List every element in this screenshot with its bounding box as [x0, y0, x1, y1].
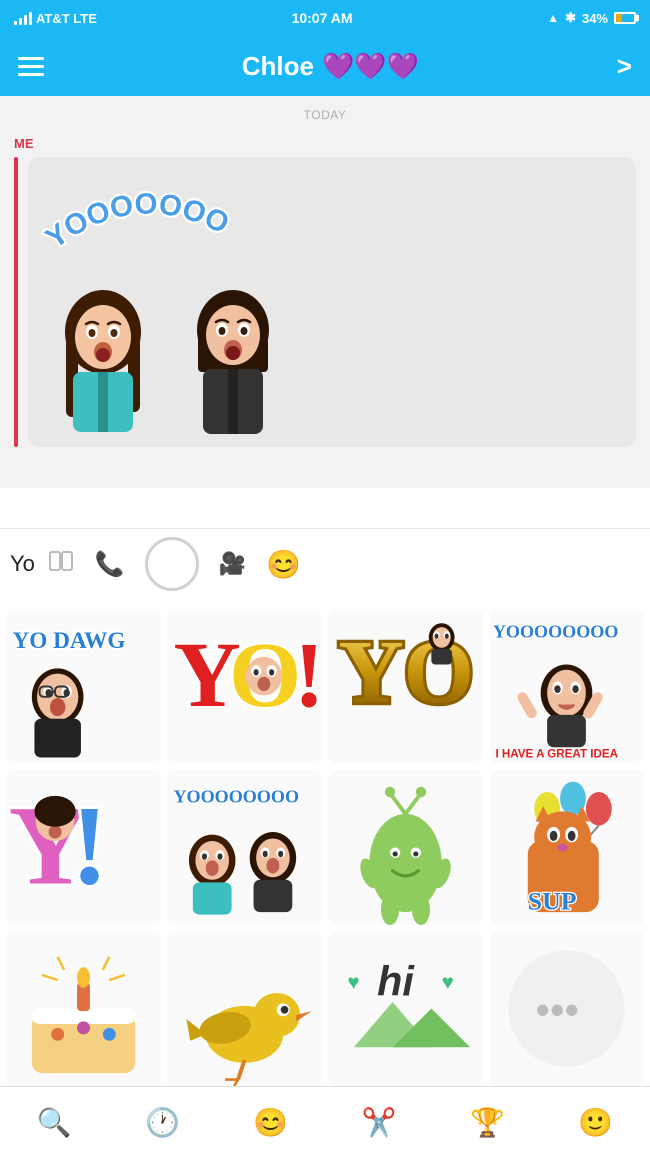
- date-divider: TODAY: [0, 96, 650, 128]
- message-spacer: [0, 488, 650, 528]
- video-icon[interactable]: 🎥: [219, 551, 246, 577]
- sticker-yoooo-idea[interactable]: YOOOOOOOO I HAVE A GREAT IDEA: [489, 609, 644, 764]
- capture-button[interactable]: [145, 537, 199, 591]
- sticker-green-blob[interactable]: [328, 770, 483, 925]
- svg-text:!: !: [294, 624, 322, 727]
- svg-text:YO DAWG: YO DAWG: [12, 628, 125, 654]
- svg-text:♥: ♥: [442, 971, 454, 994]
- svg-text:hi: hi: [377, 959, 415, 1005]
- status-bar: AT&T LTE 10:07 AM ▲ ✱ 34%: [0, 0, 650, 36]
- sticker-more[interactable]: •••: [489, 931, 644, 1086]
- bitmoji-figures: [48, 272, 288, 437]
- svg-text:YOOOOOOOO: YOOOOOOOO: [493, 621, 619, 641]
- input-area: Yo 📞 🎥 😊: [0, 528, 650, 599]
- tab-emoji[interactable]: 😊: [253, 1106, 288, 1139]
- message-area: ME YOOOOOOOO: [0, 128, 650, 488]
- svg-text:•••: •••: [536, 987, 579, 1033]
- sticker-yo-exclamation[interactable]: Y O !: [167, 609, 322, 764]
- svg-text:I HAVE A GREAT IDEA: I HAVE A GREAT IDEA: [495, 748, 618, 761]
- bitmoji-left: [48, 272, 158, 437]
- profile-chevron[interactable]: >: [617, 51, 632, 82]
- sticker-sup-cat[interactable]: SUP: [489, 770, 644, 925]
- sticker-toggle-icon[interactable]: [47, 547, 75, 581]
- sticker-message[interactable]: YOOOOOOOO: [28, 157, 636, 447]
- input-actions: 📞 🎥 😊: [47, 537, 301, 591]
- battery-info: ▲ ✱ 34%: [547, 10, 636, 26]
- bitmoji-right: [178, 272, 288, 437]
- sender-indicator: [14, 157, 18, 447]
- tab-search[interactable]: 🔍: [37, 1106, 72, 1139]
- sticker-birthday-cake[interactable]: [6, 931, 161, 1086]
- signal-icon: [14, 11, 32, 25]
- message-bubble: YOOOOOOOO: [14, 157, 636, 447]
- tab-smiley[interactable]: 🙂: [578, 1106, 613, 1139]
- tab-trophy[interactable]: 🏆: [470, 1106, 505, 1139]
- sticker-hi-hearts[interactable]: ♥ ♥ hi: [328, 931, 483, 1086]
- location-icon: ▲: [547, 11, 559, 25]
- bluetooth-icon: ✱: [565, 10, 576, 26]
- sticker-yo-dawg[interactable]: YO DAWG: [6, 609, 161, 764]
- svg-text:!: !: [71, 783, 109, 909]
- battery-text: 34%: [582, 11, 608, 26]
- chat-title: Chloe 💜💜💜: [242, 51, 419, 82]
- contact-name: Chloe: [242, 51, 314, 82]
- status-time: 10:07 AM: [292, 10, 353, 26]
- header: Chloe 💜💜💜 >: [0, 36, 650, 96]
- svg-text:YOOOOOOOO: YOOOOOOOO: [173, 786, 299, 806]
- carrier-text: AT&T LTE: [36, 11, 97, 26]
- sticker-yo-gold[interactable]: YO YO: [328, 609, 483, 764]
- yoooo-sticker-text: YOOOOOOOO: [38, 167, 378, 287]
- tab-bar: 🔍 🕐 😊 ✂️ 🏆 🙂: [0, 1086, 650, 1156]
- tab-scissors[interactable]: ✂️: [362, 1106, 397, 1139]
- message-sender: ME: [14, 136, 636, 151]
- tab-recent[interactable]: 🕐: [145, 1106, 180, 1139]
- battery-icon: [614, 12, 636, 24]
- sticker-y-pink[interactable]: Y !: [6, 770, 161, 925]
- phone-icon[interactable]: 📞: [95, 550, 125, 579]
- emoji-toggle-icon[interactable]: 😊: [266, 548, 301, 581]
- carrier-info: AT&T LTE: [14, 11, 97, 26]
- message-input[interactable]: Yo: [10, 551, 35, 577]
- menu-button[interactable]: [18, 57, 44, 76]
- heart-emojis: 💜💜💜: [322, 51, 419, 82]
- svg-text:YOOOOOOOO: YOOOOOOOO: [38, 167, 234, 255]
- sticker-grid: YO DAWG Y O !: [0, 599, 650, 1096]
- sticker-yellow-bird[interactable]: [167, 931, 322, 1086]
- svg-text:♥: ♥: [347, 971, 359, 994]
- sticker-yoooo-two[interactable]: YOOOOOOOO: [167, 770, 322, 925]
- svg-text:SUP: SUP: [528, 887, 577, 916]
